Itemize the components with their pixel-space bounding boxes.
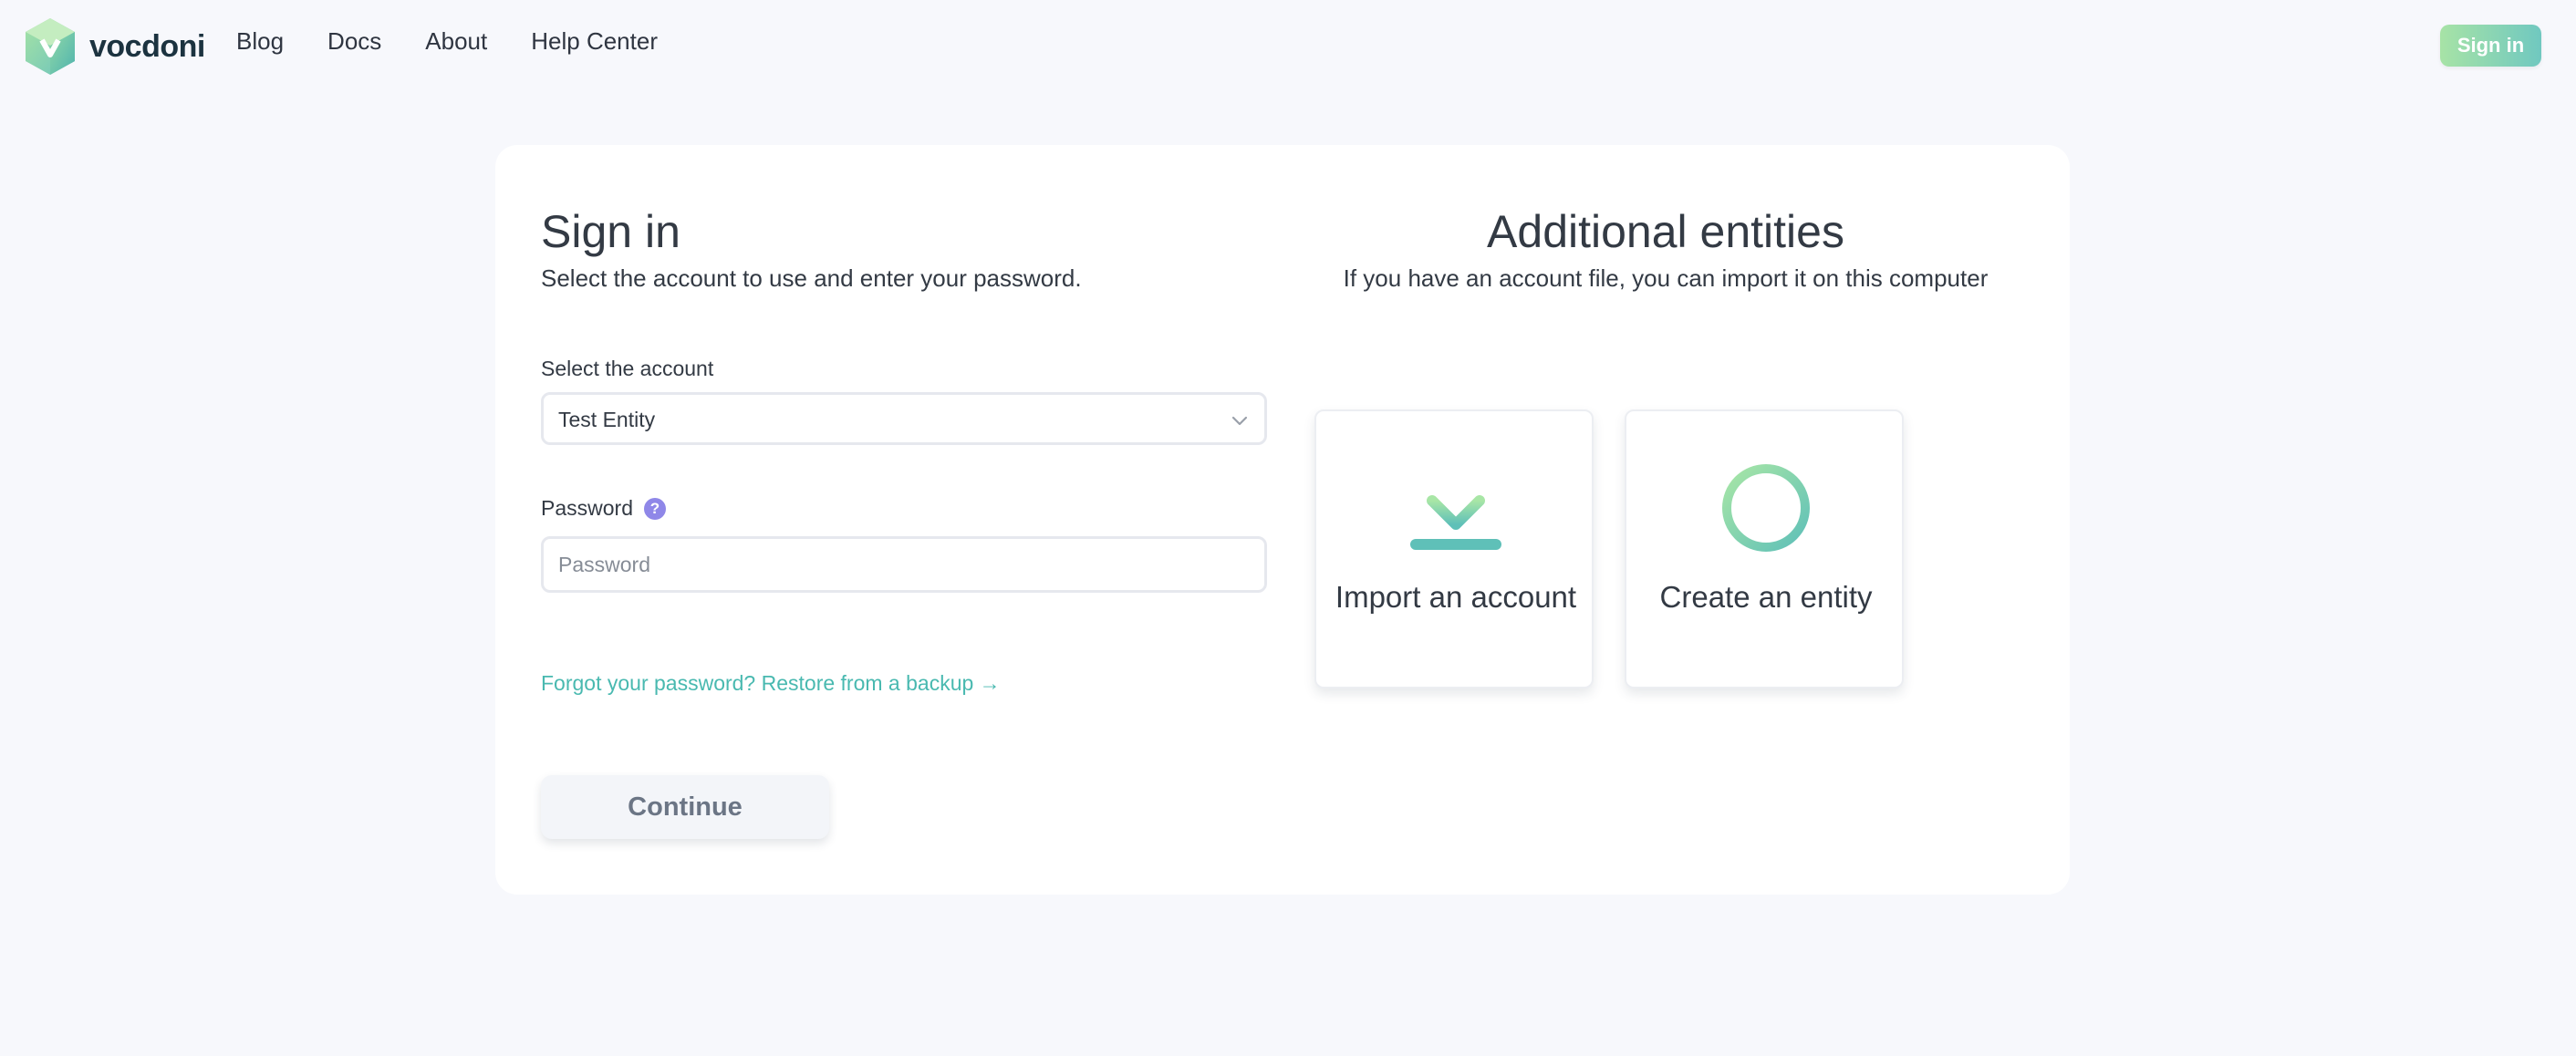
create-entity-card[interactable]: Create an entity	[1625, 409, 1904, 688]
signin-title: Sign in	[541, 206, 680, 257]
restore-backup-link[interactable]: Forgot your password? Restore from a bac…	[541, 671, 1001, 696]
chevron-down-icon	[1231, 416, 1248, 426]
nav-link-docs[interactable]: Docs	[327, 27, 381, 56]
password-input[interactable]	[541, 536, 1267, 593]
password-label: Password	[541, 496, 633, 520]
top-navbar: vocdoni Blog Docs About Help Center Sign…	[0, 0, 2576, 91]
entities-subtitle: If you have an account file, you can imp…	[1343, 264, 1989, 292]
header-signin-button[interactable]: Sign in	[2440, 25, 2541, 67]
question-circle-icon[interactable]: ?	[643, 497, 666, 520]
account-select-value: Test Entity	[558, 408, 656, 431]
password-label-row: Password ?	[541, 496, 666, 521]
entities-title: Additional entities	[1487, 206, 1844, 257]
brand-name: vocdoni	[89, 28, 205, 64]
nav-link-about[interactable]: About	[425, 27, 487, 56]
download-arrow-icon	[1410, 462, 1501, 550]
nav-link-blog[interactable]: Blog	[236, 27, 284, 56]
nav-link-help-center[interactable]: Help Center	[531, 27, 658, 56]
vocdoni-logo[interactable]: vocdoni	[24, 16, 205, 77]
vocdoni-logo-icon	[26, 18, 75, 75]
create-entity-label: Create an entity	[1659, 580, 1873, 614]
signin-card: Sign in Select the account to use and en…	[495, 145, 2070, 895]
signin-subtitle: Select the account to use and enter your…	[541, 264, 1082, 292]
account-select-label: Select the account	[541, 357, 714, 380]
main-nav: Blog Docs About Help Center	[236, 27, 658, 56]
account-select[interactable]: Test Entity	[541, 392, 1267, 445]
import-account-card[interactable]: Import an account	[1314, 409, 1594, 688]
plus-circle-icon	[1722, 464, 1810, 552]
import-account-label: Import an account	[1335, 580, 1577, 614]
continue-button[interactable]: Continue	[541, 775, 829, 839]
